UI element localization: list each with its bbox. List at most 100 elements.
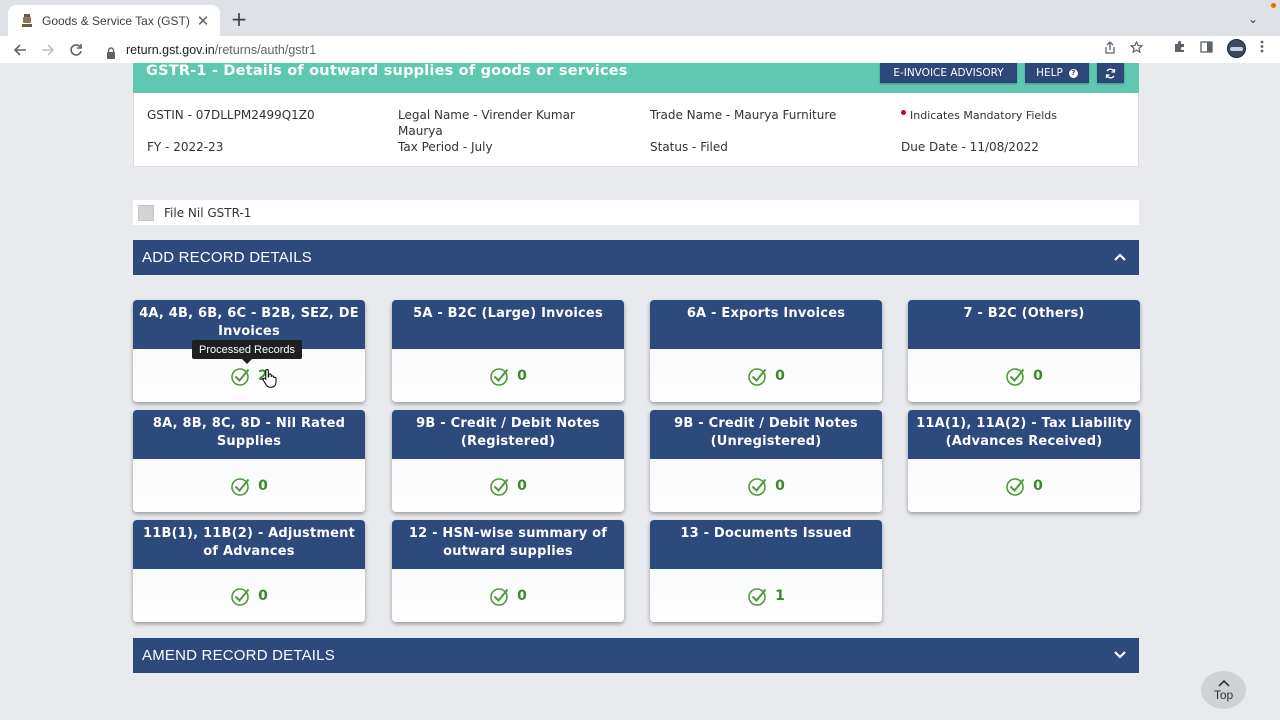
browser-toolbar: return.gst.gov.in/returns/auth/gstr1	[0, 36, 1280, 63]
refresh-icon	[1105, 68, 1116, 78]
top-label: Top	[1213, 687, 1234, 702]
due-date-text: Due Date - 11/08/2022	[901, 140, 1039, 154]
forward-icon[interactable]	[34, 38, 62, 62]
tile-count: 0	[258, 477, 268, 494]
tile-cdn-registered[interactable]: 9B - Credit / Debit Notes (Registered) 0	[392, 410, 624, 512]
tile-count: 0	[775, 477, 785, 494]
browser-menu-icon[interactable]	[1260, 40, 1264, 57]
mandatory-dot-icon	[901, 110, 906, 115]
tile-b2c-others[interactable]: 7 - B2C (Others) 0	[908, 300, 1140, 402]
url-path: /returns/auth/gstr1	[214, 42, 317, 57]
add-record-details-title: ADD RECORD DETAILS	[142, 249, 313, 266]
tile-title: 6A - Exports Invoices	[650, 300, 882, 349]
tile-title: 11A(1), 11A(2) - Tax Liability (Advances…	[908, 410, 1140, 459]
trade-name-text: Trade Name - Maurya Furniture	[650, 108, 837, 122]
check-circle-icon	[231, 477, 250, 496]
tile-tax-liability-advances[interactable]: 11A(1), 11A(2) - Tax Liability (Advances…	[908, 410, 1140, 512]
tile-body: 0	[908, 349, 1140, 402]
url-text: return.gst.gov.in/returns/auth/gstr1	[126, 43, 316, 57]
url-host: return.gst.gov.in	[126, 42, 215, 57]
tile-body: 0	[133, 459, 365, 512]
check-circle-icon	[748, 477, 767, 496]
browser-tab[interactable]: Goods & Service Tax (GST) | U ✕	[8, 5, 220, 36]
lock-icon[interactable]	[106, 44, 116, 59]
chevron-up-icon[interactable]	[1113, 250, 1127, 264]
tile-title: 13 - Documents Issued	[650, 520, 882, 569]
tab-search-icon[interactable]: ⌄	[1248, 12, 1258, 26]
chevron-up-icon	[1217, 679, 1230, 687]
new-tab-button[interactable]: +	[230, 9, 248, 29]
profile-avatar[interactable]	[1227, 39, 1246, 58]
check-circle-icon	[1006, 477, 1025, 496]
back-to-top-button[interactable]: Top	[1201, 671, 1246, 709]
page-content: GSTR-1 - Details of outward supplies of …	[0, 63, 1280, 720]
extensions-puzzle-icon[interactable]	[1173, 40, 1186, 57]
update-indicator-icon	[1271, 3, 1276, 8]
tile-exports-invoices[interactable]: 6A - Exports Invoices 0	[650, 300, 882, 402]
tile-title: 5A - B2C (Large) Invoices	[392, 300, 624, 349]
tile-body: 0	[650, 349, 882, 402]
tile-count: 0	[517, 367, 527, 384]
gst-emblem-icon	[20, 14, 34, 28]
tile-body: 0	[392, 569, 624, 622]
tab-title: Goods & Service Tax (GST) | U	[42, 13, 194, 28]
legal-name-line-1: Legal Name - Virender Kumar	[398, 108, 575, 122]
tile-cdn-unregistered[interactable]: 9B - Credit / Debit Notes (Unregistered)…	[650, 410, 882, 512]
tile-documents-issued[interactable]: 13 - Documents Issued 1	[650, 520, 882, 622]
tile-hsn-summary[interactable]: 12 - HSN-wise summary of outward supplie…	[392, 520, 624, 622]
check-circle-icon	[231, 587, 250, 606]
tile-body: 0	[392, 349, 624, 402]
tile-body: 0	[133, 569, 365, 622]
file-nil-label: File Nil GSTR-1	[164, 205, 252, 220]
tile-count: 0	[258, 587, 268, 604]
tax-period-text: Tax Period - July	[398, 140, 493, 154]
amend-record-details-bar[interactable]: AMEND RECORD DETAILS	[133, 638, 1139, 673]
address-bar[interactable]: return.gst.gov.in/returns/auth/gstr1	[96, 38, 1151, 61]
check-circle-icon	[490, 477, 509, 496]
gstin-text: GSTIN - 07DLLPM2499Q1Z0	[147, 108, 315, 122]
check-circle-icon	[748, 587, 767, 606]
amend-record-details-title: AMEND RECORD DETAILS	[142, 647, 335, 664]
back-icon[interactable]	[6, 38, 34, 62]
tile-title: 7 - B2C (Others)	[908, 300, 1140, 349]
processed-records-tooltip: Processed Records	[192, 340, 302, 364]
help-label: HELP	[1036, 67, 1063, 79]
legal-name-line-2: Maurya	[398, 124, 443, 138]
tile-count: 0	[517, 477, 527, 494]
reload-icon[interactable]	[62, 38, 90, 62]
file-nil-checkbox[interactable]	[138, 204, 154, 221]
tile-title: 11B(1), 11B(2) - Adjustment of Advances	[133, 520, 365, 569]
share-icon[interactable]	[1104, 41, 1116, 58]
tile-count: 0	[1033, 367, 1043, 384]
tile-adjustment-of-advances[interactable]: 11B(1), 11B(2) - Adjustment of Advances …	[133, 520, 365, 622]
side-panel-icon[interactable]	[1200, 40, 1213, 57]
mandatory-text: Indicates Mandatory Fields	[910, 109, 1057, 122]
browser-tabstrip: Goods & Service Tax (GST) | U ✕ + ⌄	[0, 0, 1280, 36]
tile-title: 8A, 8B, 8C, 8D - Nil Rated Supplies	[133, 410, 365, 459]
gstr1-header: GSTR-1 - Details of outward supplies of …	[133, 63, 1139, 93]
legal-name-text: Legal Name - Virender Kumar Maurya	[398, 107, 575, 139]
bookmark-star-icon[interactable]	[1129, 40, 1144, 58]
tile-b2c-large[interactable]: 5A - B2C (Large) Invoices 0	[392, 300, 624, 402]
check-circle-icon	[1006, 367, 1025, 386]
einvoice-advisory-button[interactable]: E-INVOICE ADVISORY	[880, 63, 1017, 83]
fy-text: FY - 2022-23	[147, 140, 224, 154]
help-button[interactable]: HELP ?	[1025, 63, 1089, 83]
status-text: Status - Filed	[650, 140, 728, 154]
tile-body: 0	[392, 459, 624, 512]
hand-cursor-icon	[262, 368, 277, 388]
refresh-button[interactable]	[1097, 63, 1124, 83]
tile-title: 9B - Credit / Debit Notes (Registered)	[392, 410, 624, 459]
tile-nil-rated-supplies[interactable]: 8A, 8B, 8C, 8D - Nil Rated Supplies 0	[133, 410, 365, 512]
taxpayer-info-panel: GSTIN - 07DLLPM2499Q1Z0 Legal Name - Vir…	[133, 93, 1139, 167]
chevron-down-icon[interactable]	[1113, 648, 1127, 662]
file-nil-row: File Nil GSTR-1	[133, 200, 1139, 225]
close-tab-icon[interactable]: ✕	[194, 12, 212, 30]
check-circle-icon	[748, 367, 767, 386]
tile-body: 0	[650, 459, 882, 512]
add-record-details-bar[interactable]: ADD RECORD DETAILS	[133, 240, 1139, 275]
page-title: GSTR-1 - Details of outward supplies of …	[146, 63, 628, 79]
check-circle-icon	[490, 587, 509, 606]
check-circle-icon	[231, 367, 250, 386]
tile-body: 0	[908, 459, 1140, 512]
